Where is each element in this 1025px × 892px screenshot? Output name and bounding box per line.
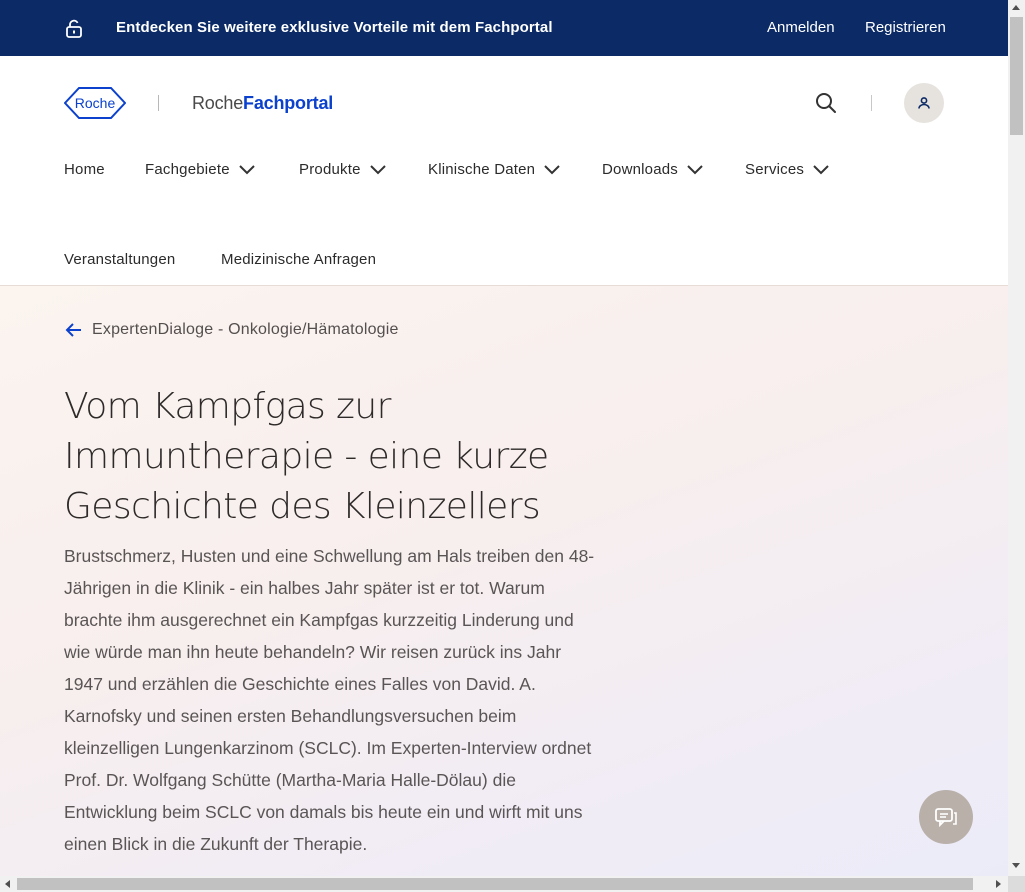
nav-label: Produkte [299,160,361,178]
chevron-down-icon [813,165,829,175]
top-banner: Entdecken Sie weitere exklusive Vorteile… [0,0,1008,56]
vertical-scroll-thumb[interactable] [1010,17,1023,135]
logo-divider [158,95,159,111]
arrow-left-icon [65,323,81,337]
nav-item-services[interactable]: Services [745,157,830,181]
nav-item-downloads[interactable]: Downloads [602,157,704,181]
chat-icon [935,808,957,828]
nav-label: Fachgebiete [145,160,230,178]
unlock-icon [64,19,84,39]
logo-text: Roche [75,95,116,111]
nav-item-produkte[interactable]: Produkte [299,157,387,181]
chevron-down-icon [239,165,255,175]
promo-text: Entdecken Sie weitere exklusive Vorteile… [116,19,553,36]
breadcrumb[interactable]: ExpertenDialoge - Onkologie/Hämatologie [64,320,399,340]
article-title: Vom Kampfgas zur Immuntherapie - eine ku… [64,386,549,527]
scroll-down-arrow[interactable] [1012,863,1020,868]
login-link[interactable]: Anmelden [767,19,835,36]
site-header: Roche RocheFachportal Home Fachgebiete P… [0,56,1008,286]
brand-prefix: Roche [192,93,244,113]
brand-name[interactable]: RocheFachportal [192,93,333,114]
nav-item-home[interactable]: Home [64,157,105,181]
breadcrumb-label: ExpertenDialoge - Onkologie/Hämatologie [92,321,399,338]
brand-suffix: Fachportal [243,93,334,113]
user-icon [918,97,930,109]
nav-label: Klinische Daten [428,160,536,178]
chevron-down-icon [687,165,703,175]
article-hero: ExpertenDialoge - Onkologie/Hämatologie … [0,286,1008,876]
nav-label: Downloads [602,160,679,178]
horizontal-scrollbar[interactable] [0,876,1008,892]
chevron-down-icon [369,165,386,175]
scroll-up-arrow[interactable] [1012,5,1020,10]
nav-label: Services [745,160,805,178]
roche-logo[interactable]: Roche [63,87,127,119]
chat-button[interactable] [919,790,973,844]
scroll-right-arrow[interactable] [996,880,1001,888]
search-icon[interactable] [814,91,838,115]
nav-item-veranstaltungen[interactable]: Veranstaltungen [64,247,175,271]
nav-label: Veranstaltungen [64,250,176,268]
nav-item-klinische-daten[interactable]: Klinische Daten [428,157,561,181]
horizontal-scroll-thumb[interactable] [17,878,973,890]
nav-item-medizinische-anfragen[interactable]: Medizinische Anfragen [221,247,376,271]
scroll-left-arrow[interactable] [5,880,10,888]
nav-label: Medizinische Anfragen [221,250,377,268]
header-divider [871,95,872,111]
page: Entdecken Sie weitere exklusive Vorteile… [0,0,1008,876]
nav-item-fachgebiete[interactable]: Fachgebiete [145,157,256,181]
register-link[interactable]: Registrieren [865,19,946,36]
chevron-down-icon [544,165,560,175]
nav-label: Home [64,160,105,178]
vertical-scrollbar[interactable] [1008,0,1025,876]
scrollbar-corner [1008,876,1025,892]
account-button[interactable] [904,83,944,123]
article-intro: Brustschmerz, Husten und eine Schwellung… [64,546,595,854]
